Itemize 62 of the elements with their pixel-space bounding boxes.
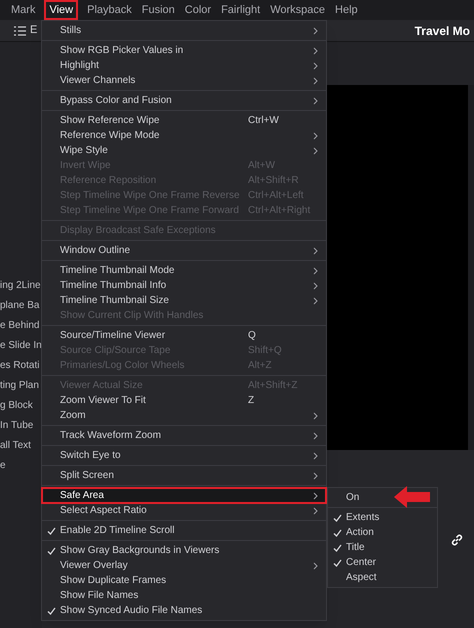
chevron-right-icon <box>313 412 318 420</box>
menu-bar-item[interactable]: Fairlight <box>220 2 262 18</box>
menu-item[interactable]: Split Screen <box>42 468 326 483</box>
menu-item[interactable]: Viewer Overlay <box>42 558 326 573</box>
submenu-item[interactable]: Center <box>328 555 437 570</box>
menu-item[interactable]: Show RGB Picker Values in <box>42 43 326 58</box>
clip-name[interactable]: e <box>0 456 42 476</box>
project-title: Travel Mo <box>414 22 470 40</box>
clip-name[interactable]: ting Plan <box>0 376 42 396</box>
menu-item[interactable]: Enable 2D Timeline Scroll <box>42 523 326 538</box>
menu-item[interactable]: Window Outline <box>42 243 326 258</box>
menu-item[interactable]: Show Reference Wipe Ctrl+W <box>42 113 326 128</box>
menu-item[interactable]: Zoom <box>42 408 326 423</box>
clip-name[interactable]: e Behind <box>0 316 42 336</box>
clip-name[interactable]: all Text <box>0 436 42 456</box>
clip-name[interactable]: plane Ba <box>0 296 42 316</box>
submenu-item[interactable]: On <box>328 490 437 505</box>
menu-item[interactable]: Timeline Thumbnail Info <box>42 278 326 293</box>
submenu-item[interactable]: Action <box>328 525 437 540</box>
menu-item[interactable]: Wipe Style <box>42 143 326 158</box>
menu-item[interactable]: Select Aspect Ratio <box>42 503 326 518</box>
chevron-right-icon <box>313 452 318 460</box>
submenu-item[interactable]: Extents <box>328 510 437 525</box>
menu-item[interactable]: Show Duplicate Frames <box>42 573 326 588</box>
menu-bar-item[interactable]: Workspace <box>269 2 326 18</box>
submenu-item[interactable]: Title <box>328 540 437 555</box>
menu-item[interactable]: Source/Timeline Viewer Q <box>42 328 326 343</box>
menu-item[interactable]: Show File Names <box>42 588 326 603</box>
edit-label: E <box>30 23 38 38</box>
menu-bar-item[interactable]: Mark <box>10 2 36 18</box>
menu-item[interactable]: Track Waveform Zoom <box>42 428 326 443</box>
menu-bar-item[interactable]: Fusion <box>140 2 176 18</box>
menu-item[interactable]: Zoom Viewer To Fit Z <box>42 393 326 408</box>
menu-item[interactable]: Viewer Channels <box>42 73 326 88</box>
menu-item[interactable]: Reference Wipe Mode <box>42 128 326 143</box>
menu-item[interactable]: Bypass Color and Fusion <box>42 93 326 108</box>
link-icon[interactable] <box>450 533 464 547</box>
chevron-right-icon <box>313 562 318 570</box>
clip-name[interactable]: es Rotati <box>0 356 42 376</box>
menu-bar-item[interactable]: Playback <box>86 2 133 18</box>
chevron-right-icon <box>313 96 318 104</box>
menu-item[interactable]: Safe Area <box>42 488 326 503</box>
list-icon[interactable] <box>14 26 26 36</box>
menu-item[interactable]: Switch Eye to <box>42 448 326 463</box>
clip-name[interactable]: In Tube <box>0 416 42 436</box>
chevron-right-icon <box>313 26 318 34</box>
clip-name[interactable]: g Block <box>0 396 42 416</box>
menu-item[interactable]: Show Gray Backgrounds in Viewers <box>42 543 326 558</box>
menu-item[interactable]: Timeline Thumbnail Size <box>42 293 326 308</box>
menu-item[interactable]: Stills <box>42 23 326 38</box>
menu-bar-item[interactable]: Color <box>184 2 212 18</box>
menu-bar-item[interactable]: Help <box>334 2 359 18</box>
menu-item[interactable]: Highlight <box>42 58 326 73</box>
chevron-right-icon <box>313 432 318 440</box>
menu-item[interactable]: Timeline Thumbnail Mode <box>42 263 326 278</box>
chevron-right-icon <box>313 246 318 254</box>
menu-bar-item[interactable]: View <box>44 0 78 20</box>
menu-item[interactable]: Show Synced Audio File Names <box>42 603 326 618</box>
clip-name[interactable]: e Slide In <box>0 336 42 356</box>
chevron-right-icon <box>313 472 318 480</box>
clip-name[interactable]: ing 2Line <box>0 276 42 296</box>
submenu-item[interactable]: Aspect <box>328 570 437 585</box>
